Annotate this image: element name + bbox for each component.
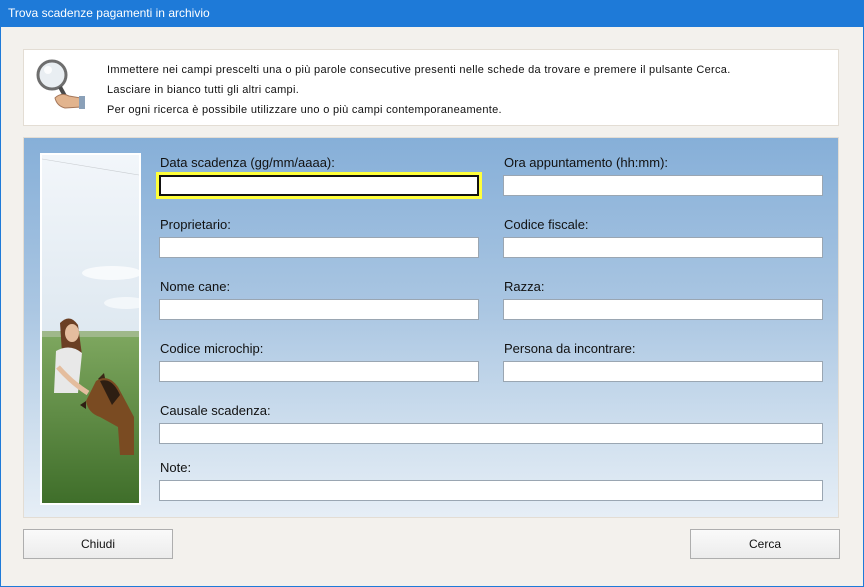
ora-appuntamento-input[interactable] [503,175,823,196]
proprietario-input[interactable] [159,237,479,258]
instruction-line: Per ogni ricerca è possibile utilizzare … [107,104,502,116]
proprietario-label: Proprietario: [160,217,231,232]
dog-photo [40,153,141,505]
instruction-line: Immettere nei campi prescelti una o più … [107,64,731,76]
instructions-box: Immettere nei campi prescelti una o più … [23,49,839,126]
data-scadenza-label: Data scadenza (gg/mm/aaaa): [160,155,335,170]
codice-microchip-label: Codice microchip: [160,341,264,356]
title-bar: Trova scadenze pagamenti in archivio [0,0,864,27]
magnifier-hand-icon [36,59,85,109]
persona-incontrare-label: Persona da incontrare: [504,341,636,356]
codice-fiscale-label: Codice fiscale: [504,217,589,232]
window-title: Trova scadenze pagamenti in archivio [8,6,210,20]
causale-scadenza-input[interactable] [159,423,823,444]
instruction-line: Lasciare in bianco tutti gli altri campi… [107,84,300,96]
codice-microchip-input[interactable] [159,361,479,382]
instructions-text: Immettere nei campi prescelti una o più … [107,60,731,120]
nome-cane-label: Nome cane: [160,279,231,294]
razza-input[interactable] [503,299,823,320]
close-button[interactable]: Chiudi [23,529,173,559]
search-form-panel: Data scadenza (gg/mm/aaaa): Ora appuntam… [23,137,839,518]
codice-fiscale-input[interactable] [503,237,823,258]
search-button[interactable]: Cerca [690,529,840,559]
window-border-left [0,27,1,587]
ora-appuntamento-label: Ora appuntamento (hh:mm): [504,155,669,170]
note-input[interactable] [159,480,823,501]
note-label: Note: [160,460,192,475]
persona-incontrare-input[interactable] [503,361,823,382]
causale-scadenza-label: Causale scadenza: [160,403,271,418]
data-scadenza-input[interactable] [159,175,479,196]
razza-label: Razza: [504,279,545,294]
nome-cane-input[interactable] [159,299,479,320]
